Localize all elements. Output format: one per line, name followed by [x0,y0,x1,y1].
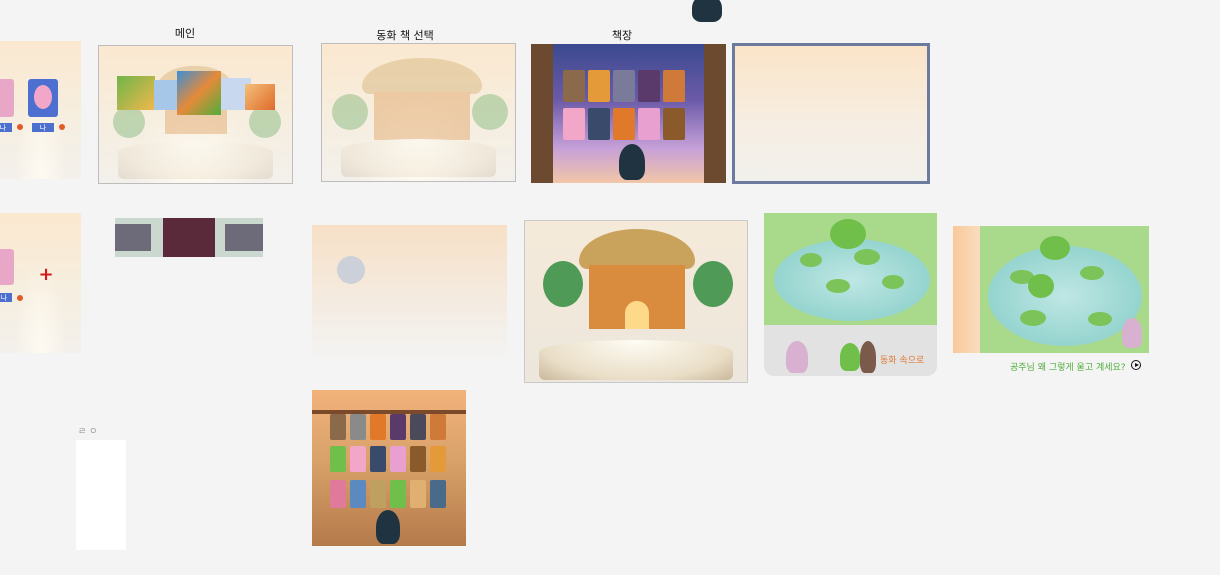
pond-dialog-caption: 공주님 왜 그렇게 울고 계세요? [1010,363,1126,373]
girl-figure [619,144,645,180]
red-dot-icon [59,124,65,130]
fairytale-house-scene[interactable] [524,220,748,383]
badge-1: 나 [0,123,12,132]
book-cover-thumbnail [117,76,155,110]
label-fairytale-select: 동화 책 선택 [376,29,434,42]
character-strip[interactable] [115,218,263,257]
selected-empty-frame[interactable] [732,43,930,184]
add-plus-icon[interactable]: + [36,265,56,285]
book-cover-thumbnail [245,84,275,110]
red-dot-icon [17,295,23,301]
left-edge-card-top[interactable]: 나 나 [0,41,81,179]
enter-story-button[interactable]: 동화 속으로 [880,353,936,366]
label-main: 메인 [174,27,196,40]
label-bookshelf: 책장 [611,29,633,42]
princess-figure [1122,318,1142,348]
badge-1: 나 [0,293,12,302]
blank-scene-card[interactable] [312,225,507,361]
pond-dialog-scene[interactable] [953,226,1149,353]
red-dot-icon [17,124,23,130]
frog-on-pad-icon [1028,274,1054,298]
main-screen-preview[interactable] [98,45,293,184]
frog-pond-scene[interactable]: 동화 속으로 [764,213,937,376]
frog-prince-figure [840,343,860,371]
bookshelf-preview[interactable] [531,44,726,183]
frog-icon [1040,236,1070,260]
circle-placeholder-icon[interactable] [337,256,365,284]
left-edge-card-bottom[interactable]: + 나 [0,213,81,353]
partial-girl-figure-top [692,0,722,22]
bunny-card-2 [28,79,58,117]
girl-figure [376,510,400,544]
bookshelf-scene-2[interactable] [312,390,466,546]
small-note-text: ㄹ ㅇ [78,427,98,437]
white-panel[interactable] [76,440,126,550]
knight-figure [860,341,876,373]
fairytale-select-preview[interactable] [321,43,516,182]
book-cover-thumbnail [177,71,221,115]
badge-2: 나 [32,123,54,132]
princess-figure [786,341,808,373]
bunny-card-1 [0,79,14,117]
play-icon[interactable] [1131,360,1141,370]
frog-icon [830,219,866,249]
